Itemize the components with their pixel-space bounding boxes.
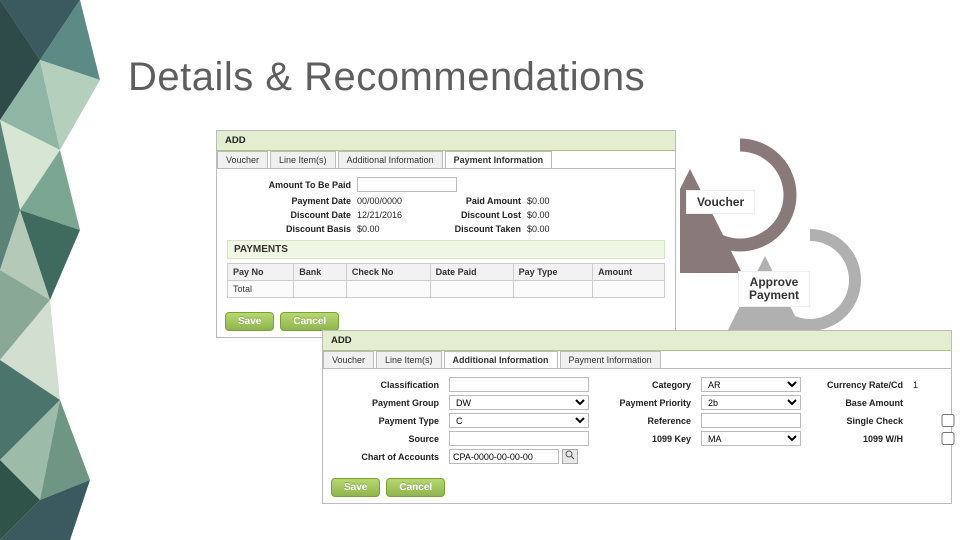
amount-to-be-paid-input[interactable]: [357, 177, 457, 192]
coa-input[interactable]: [449, 449, 559, 464]
coa-label: Chart of Accounts: [333, 452, 443, 462]
payment-date-label: Payment Date: [227, 196, 357, 206]
tab2-additional-info[interactable]: Additional Information: [444, 351, 558, 368]
classification-input[interactable]: [449, 377, 589, 392]
payment-type-label: Payment Type: [333, 416, 443, 426]
panel-payment-info: ADD Voucher Line Item(s) Additional Info…: [216, 130, 676, 338]
payment-group-label: Payment Group: [333, 398, 443, 408]
tab-voucher[interactable]: Voucher: [217, 151, 268, 168]
discount-taken-value: $0.00: [527, 224, 550, 234]
tab-payment-info[interactable]: Payment Information: [445, 151, 553, 168]
paid-amount-value: $0.00: [527, 196, 550, 206]
cycle-voucher-label: Voucher: [686, 190, 755, 214]
tab2-voucher[interactable]: Voucher: [323, 351, 374, 368]
page-title: Details & Recommendations: [128, 55, 645, 100]
panel2-tabs: Voucher Line Item(s) Additional Informat…: [323, 351, 951, 369]
discount-date-label: Discount Date: [227, 210, 357, 220]
save-button-2[interactable]: Save: [331, 478, 380, 497]
source-input[interactable]: [449, 431, 589, 446]
single-check-checkbox[interactable]: [913, 414, 960, 427]
discount-lost-label: Discount Lost: [447, 210, 527, 220]
currency-rate-value: 1: [913, 380, 960, 390]
base-amount-label: Base Amount: [807, 398, 907, 408]
reference-label: Reference: [595, 416, 695, 426]
discount-lost-value: $0.00: [527, 210, 550, 220]
search-icon: [565, 450, 575, 460]
discount-date-value: 12/21/2016: [357, 210, 447, 220]
panel-additional-info: ADD Voucher Line Item(s) Additional Info…: [322, 330, 952, 504]
payment-priority-label: Payment Priority: [595, 398, 695, 408]
panel1-tabs: Voucher Line Item(s) Additional Informat…: [217, 151, 675, 169]
col-bank: Bank: [294, 264, 347, 281]
payments-table: Pay No Bank Check No Date Paid Pay Type …: [227, 263, 665, 298]
tab2-line-items[interactable]: Line Item(s): [376, 351, 442, 368]
tab-line-items[interactable]: Line Item(s): [270, 151, 336, 168]
cancel-button[interactable]: Cancel: [280, 312, 339, 331]
tab-additional-info[interactable]: Additional Information: [338, 151, 443, 168]
cycle-diagram: Voucher ApprovePayment: [680, 135, 940, 355]
col-amount: Amount: [593, 264, 665, 281]
source-label: Source: [333, 434, 443, 444]
amount-to-be-paid-label: Amount To Be Paid: [227, 180, 357, 190]
col-pay-no: Pay No: [228, 264, 294, 281]
payment-type-select[interactable]: C: [449, 413, 589, 428]
payment-priority-select[interactable]: 2b: [701, 395, 801, 410]
col-pay-type: Pay Type: [513, 264, 593, 281]
category-select[interactable]: AR: [701, 377, 801, 392]
total-label: Total: [228, 281, 294, 298]
reference-input[interactable]: [701, 413, 801, 428]
wh1099-label: 1099 W/H: [807, 434, 907, 444]
geometric-sidebar: [0, 0, 120, 540]
category-label: Category: [595, 380, 695, 390]
col-check-no: Check No: [346, 264, 430, 281]
key1099-label: 1099 Key: [595, 434, 695, 444]
key1099-select[interactable]: MA: [701, 431, 801, 446]
tab2-payment-info[interactable]: Payment Information: [560, 351, 661, 368]
save-button[interactable]: Save: [225, 312, 274, 331]
cycle-approve-label: ApprovePayment: [738, 271, 810, 307]
discount-taken-label: Discount Taken: [447, 224, 527, 234]
paid-amount-label: Paid Amount: [447, 196, 527, 206]
payment-group-select[interactable]: DW: [449, 395, 589, 410]
cancel-button-2[interactable]: Cancel: [386, 478, 445, 497]
payment-date-value: 00/00/0000: [357, 196, 447, 206]
payments-section-header: PAYMENTS: [227, 240, 665, 259]
currency-rate-label: Currency Rate/Cd: [807, 380, 907, 390]
coa-lookup-button[interactable]: [562, 449, 578, 464]
single-check-label: Single Check: [807, 416, 907, 426]
discount-basis-label: Discount Basis: [227, 224, 357, 234]
panel1-header: ADD: [217, 131, 675, 151]
wh1099-checkbox[interactable]: [913, 432, 960, 445]
col-date-paid: Date Paid: [430, 264, 513, 281]
classification-label: Classification: [333, 380, 443, 390]
discount-basis-value: $0.00: [357, 224, 447, 234]
panel2-header: ADD: [323, 331, 951, 351]
